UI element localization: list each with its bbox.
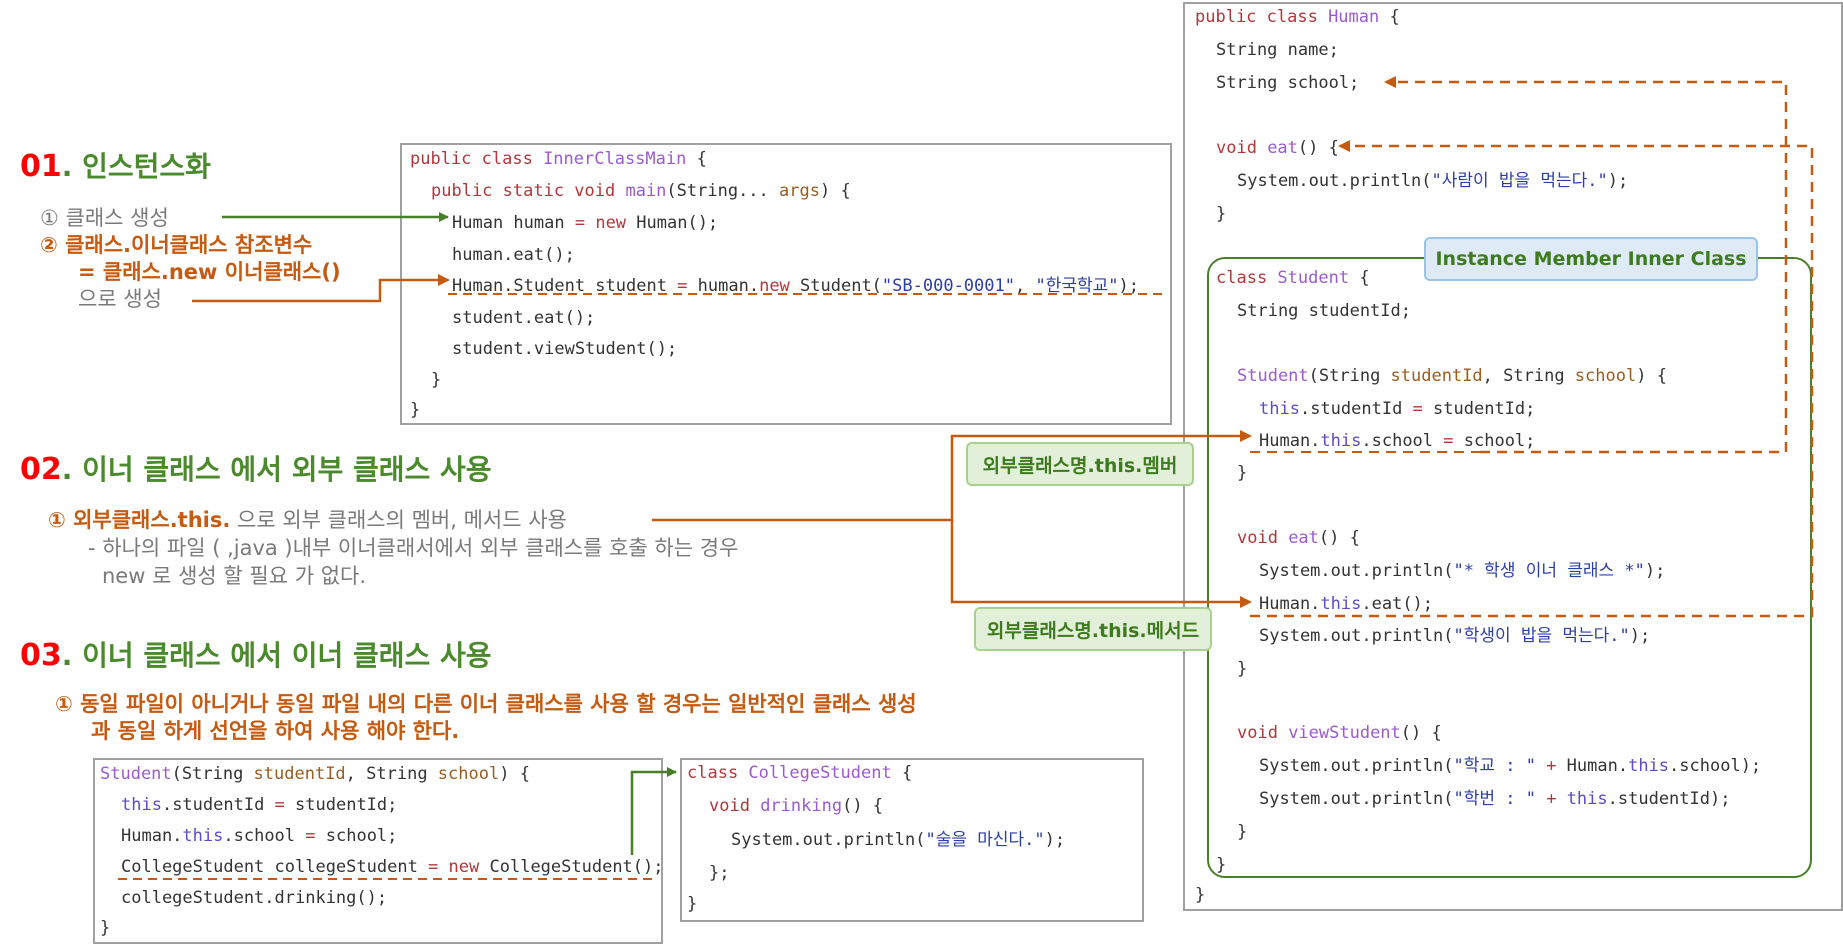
dashed-link-eat [1250,140,1814,618]
outer-method-label: 외부클래스명.this.메서드 [974,607,1212,651]
arrow-college-class [630,767,677,855]
arrow-inner-instantiation [192,274,450,303]
outer-member-label: 외부클래스명.this.멤버 [966,442,1194,486]
arrow-outer-this-method [950,520,1252,608]
instance-inner-class-label: Instance Member Inner Class [1424,237,1758,281]
connector-arrows [118,76,1814,880]
